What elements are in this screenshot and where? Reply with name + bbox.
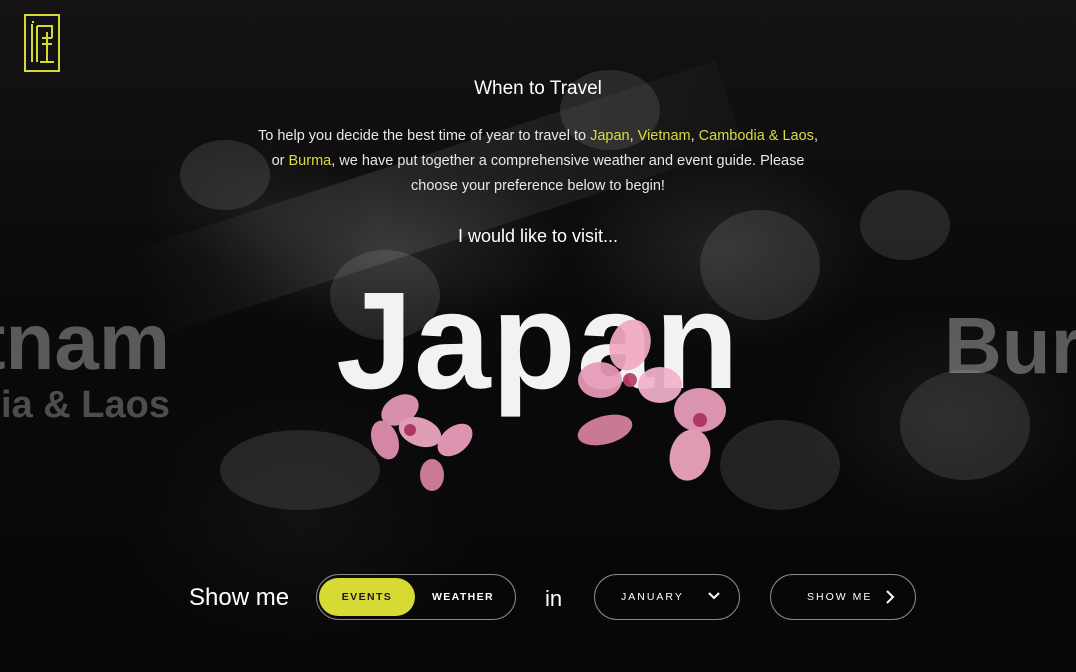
show-me-label: Show me [189,584,290,611]
month-select-value: JANUARY [621,591,684,603]
month-select[interactable]: JANUARY [594,574,740,620]
blossom-left [370,394,473,491]
show-me-button-label: SHOW ME [807,591,873,603]
events-weather-toggle[interactable]: EVENTS WEATHER [316,574,516,620]
chevron-down-icon [708,592,720,600]
toggle-events[interactable]: EVENTS [319,578,415,616]
blossom-right [577,319,726,481]
in-label: in [545,586,563,611]
filter-controls: Show me EVENTS WEATHER in JANUARY SHOW M… [0,574,1076,622]
toggle-weather[interactable]: WEATHER [415,578,511,616]
cherry-blossom-overlay [370,319,726,491]
chevron-right-icon [886,590,895,604]
show-me-button[interactable]: SHOW ME [770,574,916,620]
